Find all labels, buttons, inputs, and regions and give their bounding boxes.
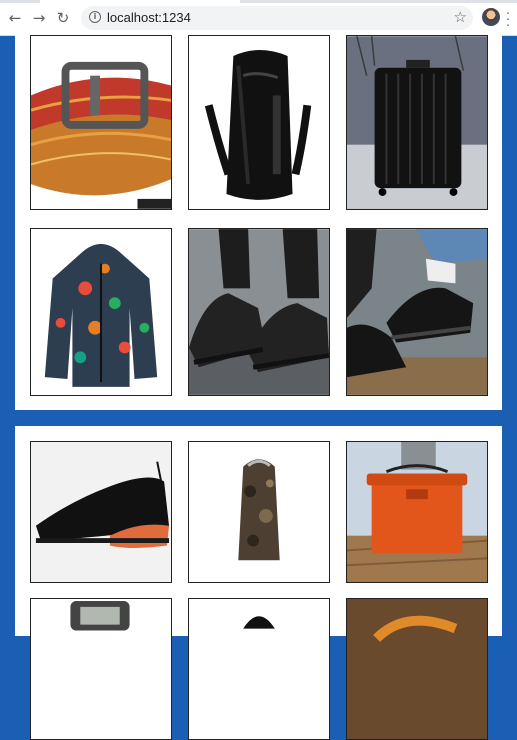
product-tile-suitcase[interactable] [346,35,488,210]
backpack-image [189,36,329,209]
product-tile-black-sneaker[interactable] [30,441,172,583]
product-tile-partial-3[interactable] [346,598,488,740]
product-tile-sneakers-splash[interactable] [346,228,488,396]
camo-parka-image [189,442,329,582]
sneakers-worn-image [189,229,329,395]
partial-1-image [31,599,171,739]
belt-image [31,36,171,209]
avatar[interactable] [482,8,500,26]
suitcase-image [347,36,487,209]
floral-jacket-image [31,229,171,395]
partial-2-image [189,599,329,739]
star-icon[interactable]: ☆ [454,8,467,26]
product-tile-partial-1[interactable] [30,598,172,740]
sneakers-splash-image [347,229,487,395]
product-tile-sneakers-worn[interactable] [188,228,330,396]
menu-dots-icon[interactable]: · · · [505,5,511,31]
tab-strip [0,0,517,3]
address-bar[interactable]: i localhost:1234 ☆ [81,6,473,30]
info-icon[interactable]: i [89,11,101,23]
active-tab[interactable] [40,0,240,3]
black-sneaker-image [31,442,171,582]
product-tile-floral-jacket[interactable] [30,228,172,396]
product-tile-partial-2[interactable] [188,598,330,740]
product-tile-backpack[interactable] [188,35,330,210]
product-grid-card [15,30,502,410]
product-tile-belt[interactable] [30,35,172,210]
product-grid-card-2 [15,426,502,740]
partial-3-image [347,599,487,739]
product-tile-camo-parka[interactable] [188,441,330,583]
reload-icon[interactable]: ↻ [54,9,72,27]
product-tile-cooler[interactable] [346,441,488,583]
cooler-image [347,442,487,582]
arrow-back-icon[interactable]: ← [6,9,24,27]
url-text[interactable]: localhost:1234 [107,10,191,25]
arrow-forward-icon[interactable]: → [30,9,48,27]
